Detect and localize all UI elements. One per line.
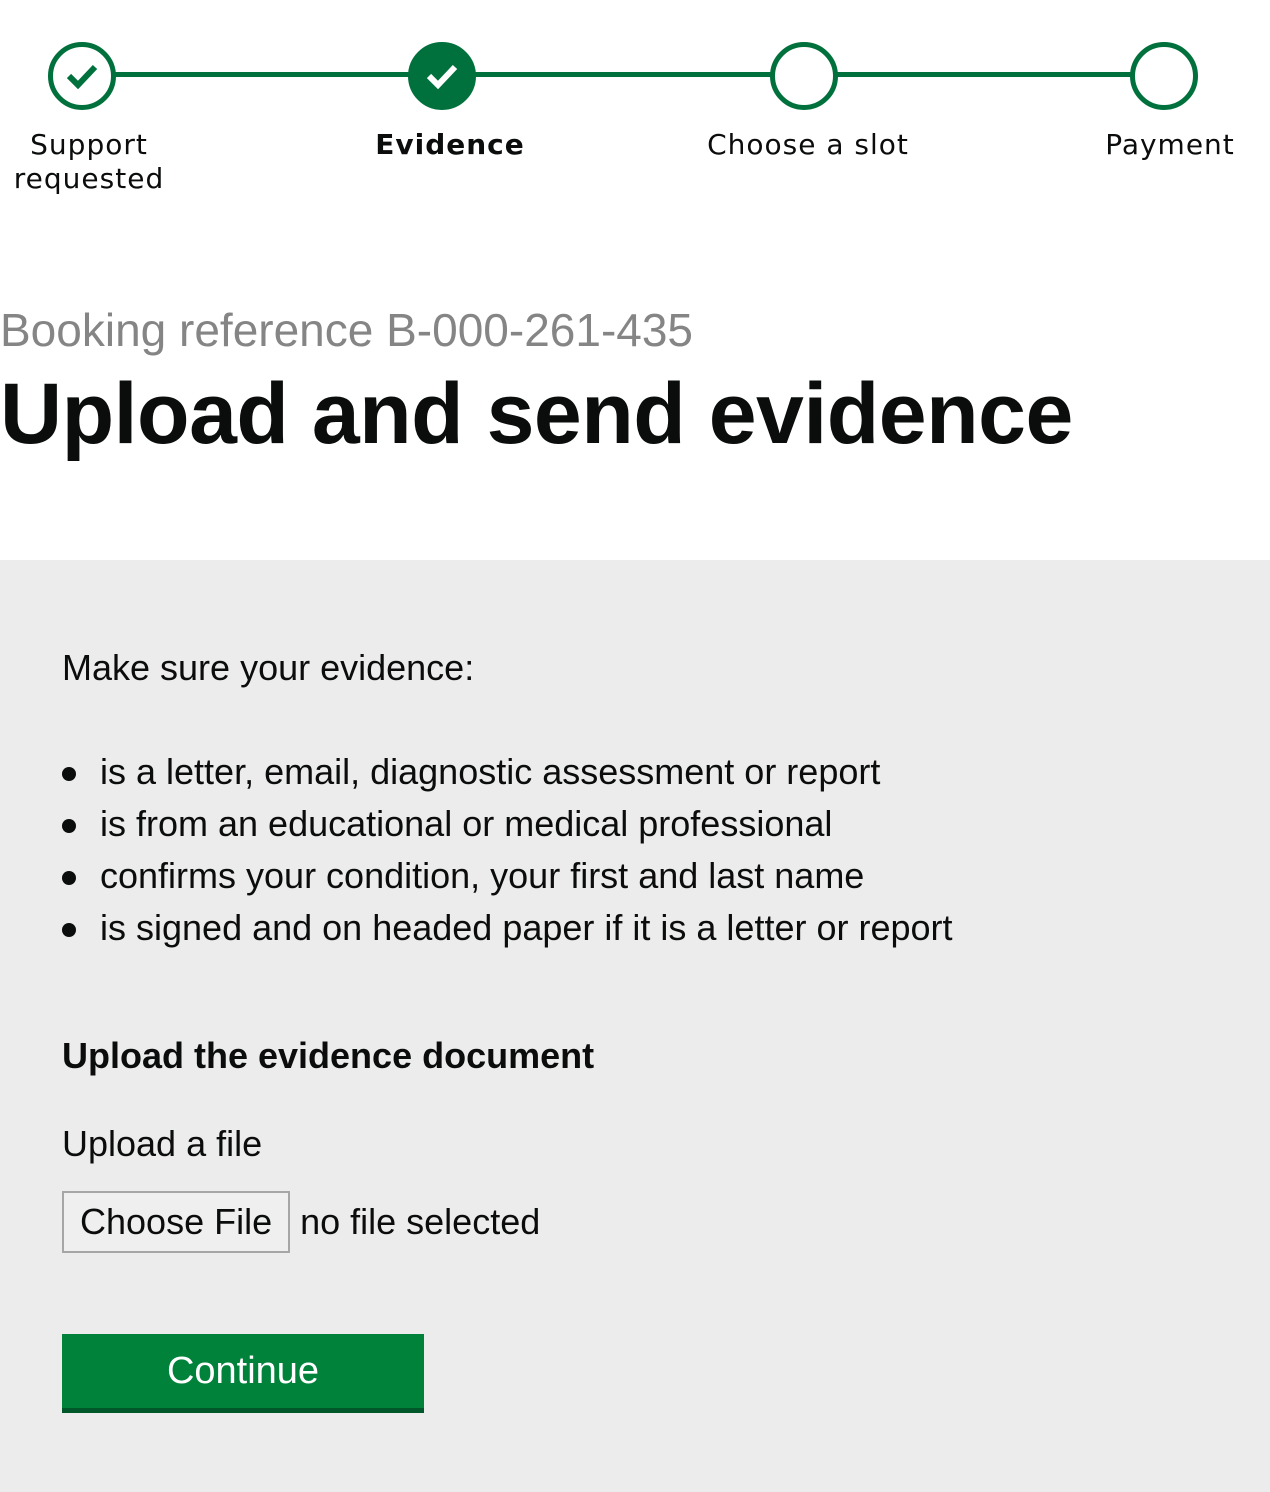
file-upload-label: Upload a file: [62, 1123, 263, 1164]
evidence-requirements-list: is a letter, email, diagnostic assessmen…: [62, 746, 953, 954]
step-payment-indicator: [1130, 42, 1198, 110]
stepper-connector: [834, 72, 1134, 77]
list-item: confirms your condition, your first and …: [62, 850, 953, 902]
list-item: is signed and on headed paper if it is a…: [62, 902, 953, 954]
stepper-connector: [472, 72, 774, 77]
step-evidence-label: Evidence: [375, 128, 525, 161]
list-item: is a letter, email, diagnostic assessmen…: [62, 746, 953, 798]
booking-reference-caption: Booking reference B-000-261-435: [0, 304, 694, 356]
step-support-requested-indicator: [48, 42, 116, 110]
progress-stepper: Support requested Evidence Choose a slot…: [0, 0, 1270, 230]
check-icon: [66, 64, 98, 90]
step-payment-label: Payment: [1105, 128, 1235, 161]
step-evidence-indicator: [408, 42, 476, 110]
step-label-line: requested: [13, 162, 165, 195]
step-choose-slot-label: Choose a slot: [707, 128, 909, 161]
page-title: Upload and send evidence: [0, 366, 1073, 462]
check-icon: [426, 64, 458, 90]
step-choose-slot-indicator: [770, 42, 838, 110]
list-item: is from an educational or medical profes…: [62, 798, 953, 850]
choose-file-button[interactable]: Choose File: [62, 1191, 291, 1253]
file-upload-input[interactable]: Choose File no file selected: [62, 1191, 540, 1253]
step-label-line: Support: [30, 128, 148, 161]
continue-button[interactable]: Continue: [62, 1334, 424, 1408]
file-status-text: no file selected: [300, 1201, 541, 1242]
upload-section-heading: Upload the evidence document: [62, 1035, 595, 1076]
stepper-connector: [112, 72, 412, 77]
step-support-requested-label: Support requested: [0, 128, 178, 196]
evidence-intro: Make sure your evidence:: [62, 647, 475, 688]
